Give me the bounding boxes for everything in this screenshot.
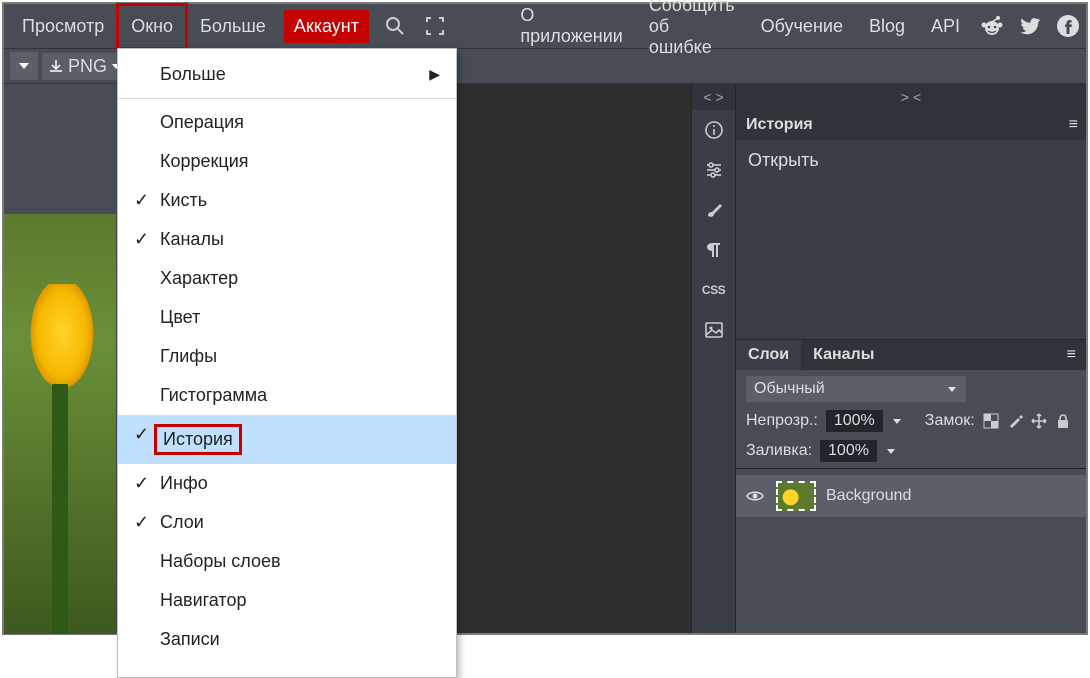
check-icon: ✓ [134,473,149,494]
menu-more[interactable]: Больше [188,6,278,47]
check-icon: ✓ [134,424,149,445]
menu-item-label: Наборы слоев [160,551,281,571]
menu-item-label: Каналы [160,229,224,249]
image-panel-icon[interactable] [692,310,736,350]
info-panel-icon[interactable] [692,110,736,150]
menu-learn[interactable]: Обучение [755,6,849,47]
menu-item-more-label: Больше [160,64,226,84]
css-panel-icon[interactable]: CSS [692,270,736,310]
fill-label: Заливка: [746,442,812,460]
menu-item-label: Слои [160,512,204,532]
menu-report[interactable]: Сообщить об ошибке [643,0,741,68]
lock-label: Замок: [925,412,975,430]
menu-item-label: Цвет [160,307,200,327]
panel-collapse-right[interactable]: > < [736,84,1086,110]
menu-item-layersets[interactable]: Наборы слоев [118,542,456,581]
layers-panel-menu-icon[interactable]: ≡ [1055,340,1086,370]
visibility-icon[interactable] [746,487,766,505]
panel-collapse-left[interactable]: < > [692,84,735,110]
menu-about[interactable]: О приложении [514,0,628,57]
facebook-icon[interactable] [1056,14,1080,38]
check-icon: ✓ [134,190,149,211]
menu-window[interactable]: Окно [116,3,188,50]
chevron-down-icon[interactable] [885,445,897,457]
fill-value[interactable]: 100% [820,440,877,462]
menu-item-label: Записи [160,629,220,649]
document-thumbnail [4,214,116,634]
twitter-icon[interactable] [1018,14,1042,38]
fullscreen-icon[interactable] [415,16,455,36]
menu-item-label: Операция [160,112,244,132]
menu-blog[interactable]: Blog [863,6,911,47]
menu-item-color[interactable]: Цвет [118,298,456,337]
menu-item-glyphs[interactable]: Глифы [118,337,456,376]
brush-panel-icon[interactable] [692,190,736,230]
history-panel-menu-icon[interactable]: ≡ [1069,116,1076,134]
opacity-value[interactable]: 100% [826,410,883,432]
menu-item-label: Инфо [160,473,208,493]
menu-item-label: История [154,424,242,455]
lock-all-icon[interactable] [1055,413,1071,429]
window-menu-dropdown: Больше ▶ Операция Коррекция ✓ Кисть ✓ Кана… [117,48,457,678]
collapse-button[interactable] [10,52,38,80]
menu-item-label: Коррекция [160,151,249,171]
history-panel-title: История [746,116,813,134]
tab-layers[interactable]: Слои [736,340,801,370]
submenu-arrow-icon: ▶ [429,66,440,83]
adjust-panel-icon[interactable] [692,150,736,190]
reddit-icon[interactable] [980,14,1004,38]
lock-position-icon[interactable] [1031,413,1047,429]
menu-item-histogram[interactable]: Гистограмма [118,376,456,415]
menu-item-history[interactable]: ✓История [118,415,456,464]
menu-item-operation[interactable]: Операция [118,103,456,142]
layer-thumbnail [776,481,816,511]
tab-channels[interactable]: Каналы [801,340,886,370]
menu-item-layers[interactable]: ✓ Слои [118,503,456,542]
menu-item-more[interactable]: Больше ▶ [118,55,456,94]
history-item-open[interactable]: Открыть [748,150,1074,171]
check-icon: ✓ [134,229,149,250]
menu-item-correction[interactable]: Коррекция [118,142,456,181]
paragraph-panel-icon[interactable] [692,230,736,270]
export-png-button[interactable]: PNG [42,53,127,80]
menu-api[interactable]: API [925,6,966,47]
menu-item-label: Гистограмма [160,385,267,405]
menu-view[interactable]: Просмотр [10,6,116,47]
menu-item-records[interactable]: Записи [118,620,456,659]
menu-item-label: Кисть [160,190,207,210]
menu-account[interactable]: Аккаунт [284,10,369,43]
menu-separator [118,98,456,99]
layer-row[interactable]: Background [736,475,1086,517]
chevron-down-icon[interactable] [891,415,903,427]
search-icon[interactable] [375,16,415,36]
menu-item-label: Глифы [160,346,217,366]
lock-pixels-icon[interactable] [1007,413,1023,429]
menu-item-brush[interactable]: ✓ Кисть [118,181,456,220]
menu-item-character[interactable]: Характер [118,259,456,298]
blend-mode-select[interactable]: Обычный [746,376,966,402]
export-png-label: PNG [68,56,107,77]
layer-name[interactable]: Background [826,487,911,505]
blend-mode-value: Обычный [754,380,825,398]
lock-transparent-icon[interactable] [983,413,999,429]
menu-item-label: Навигатор [160,590,246,610]
menu-item-navigator[interactable]: Навигатор [118,581,456,620]
menu-item-info[interactable]: ✓ Инфо [118,464,456,503]
check-icon: ✓ [134,512,149,533]
opacity-label: Непрозр.: [746,412,818,430]
menu-item-label: Характер [160,268,238,288]
menu-item-channels[interactable]: ✓ Каналы [118,220,456,259]
